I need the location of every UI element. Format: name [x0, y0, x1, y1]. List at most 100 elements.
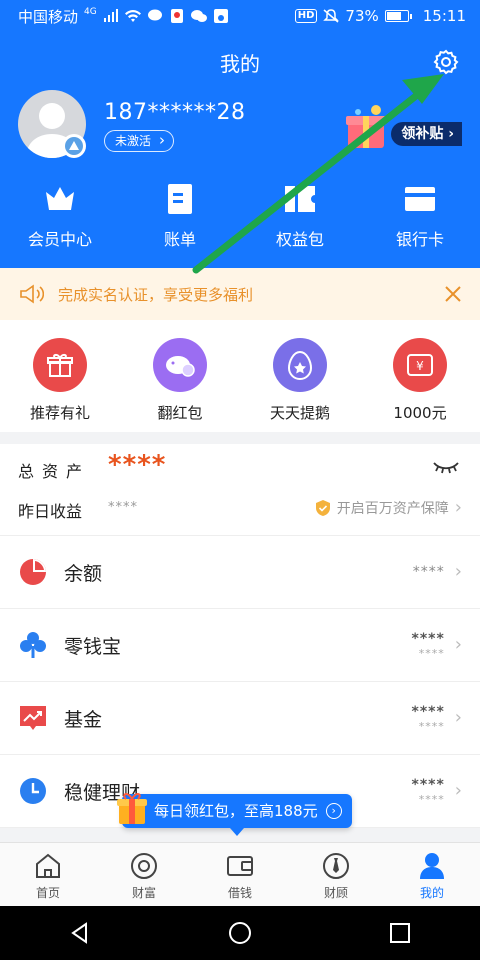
- list-item-subvalue: ****: [418, 792, 445, 806]
- chevron-right-icon: ›: [454, 707, 462, 728]
- activity-refer-reward[interactable]: 推荐有礼: [0, 320, 120, 432]
- account-status-button[interactable]: 未激活: [104, 130, 175, 152]
- wallet-icon: [227, 856, 253, 876]
- list-item-balance[interactable]: 余额 **** ›: [0, 536, 480, 609]
- hd-badge: HD: [294, 9, 318, 23]
- bank-card-icon: [405, 187, 435, 211]
- list-item-fund[interactable]: 基金 **** **** ›: [0, 682, 480, 755]
- bill-label: 账单: [163, 230, 196, 249]
- wechat-icon: [190, 10, 207, 22]
- activity-daily-goose[interactable]: 天天提鹅: [240, 320, 360, 432]
- tab-label: 首页: [35, 886, 60, 900]
- activity-row: 推荐有礼 翻红包 天天提鹅 ¥ 1000元: [0, 320, 480, 432]
- clover-icon: [20, 632, 46, 658]
- profile-header: 我的 187******28 未激活 领补贴 › 会员中心 账单: [0, 32, 480, 268]
- benefit-pack-label: 权益包: [275, 230, 324, 249]
- chevron-right-icon: ›: [454, 561, 462, 582]
- tab-advisor[interactable]: 财顾: [288, 843, 384, 906]
- activity-label: 1000元: [393, 404, 447, 422]
- tab-home[interactable]: 首页: [0, 843, 96, 906]
- red-packet-promo[interactable]: 每日领红包，至高188元 ›: [117, 793, 352, 836]
- member-center-label: 会员中心: [27, 230, 92, 249]
- asset-protection-text: 开启百万资产保障: [336, 501, 449, 517]
- assets-card: 总资产 **** 昨日收益 **** 开启百万资产保障 ›: [0, 444, 480, 536]
- wifi-icon: [124, 10, 141, 22]
- mute-icon: [323, 9, 340, 23]
- network-type: 4G: [84, 7, 97, 17]
- eye-closed-icon[interactable]: [432, 460, 460, 474]
- status-bar: 中国移动 4G HD 73% 15:11: [0, 0, 480, 32]
- trend-icon: [20, 706, 46, 730]
- list-item-label: 基金: [64, 708, 103, 731]
- verification-notice[interactable]: 完成实名认证，享受更多福利: [0, 268, 480, 320]
- tab-label: 财顾: [323, 886, 348, 900]
- tab-label: 借钱: [227, 886, 252, 900]
- list-item-yuebao[interactable]: 零钱宝 **** **** ›: [0, 609, 480, 682]
- list-item-value: ****: [412, 564, 445, 580]
- speaker-icon: [20, 284, 44, 304]
- clock-icon: [20, 778, 46, 804]
- back-icon[interactable]: [68, 921, 92, 945]
- total-assets-value: ****: [108, 450, 167, 480]
- gift-icon: [33, 338, 87, 392]
- chevron-right-icon: ›: [454, 780, 462, 801]
- home-circle-icon[interactable]: [228, 921, 252, 945]
- list-item-label: 零钱宝: [64, 635, 122, 658]
- yesterday-earnings-value: ****: [108, 500, 138, 515]
- crown-icon: [46, 187, 74, 210]
- wealth-icon: [131, 853, 157, 879]
- bank-card-label: 银行卡: [395, 230, 444, 249]
- carrier-name: 中国移动: [18, 7, 79, 26]
- yesterday-earnings-label: 昨日收益: [18, 502, 83, 521]
- list-item-label: 余额: [64, 562, 103, 585]
- coupon-icon: ¥: [393, 338, 447, 392]
- egg-star-icon: [273, 338, 327, 392]
- list-item-subvalue: ****: [418, 646, 445, 660]
- home-icon: [36, 853, 60, 878]
- phone-number: 187******28: [104, 100, 246, 125]
- member-center-button[interactable]: 会员中心: [0, 182, 120, 250]
- gear-icon[interactable]: [432, 48, 460, 76]
- bank-card-button[interactable]: 银行卡: [360, 182, 480, 250]
- chevron-right-icon: ›: [454, 497, 462, 518]
- bill-button[interactable]: 账单: [120, 182, 240, 250]
- activity-flip-red-packet[interactable]: 翻红包: [120, 320, 240, 432]
- verify-badge-icon: [62, 134, 86, 158]
- list-item-value: ****: [411, 630, 445, 647]
- battery-icon: [384, 10, 412, 22]
- advisor-icon: [323, 853, 349, 879]
- tab-label: 我的: [419, 886, 444, 900]
- system-nav-bar: [0, 906, 480, 960]
- list-item-value: ****: [411, 776, 445, 793]
- page-title: 我的: [220, 52, 260, 76]
- ticket-icon: [285, 186, 315, 212]
- clock-time: 15:11: [422, 7, 466, 25]
- list-item-subvalue: ****: [418, 719, 445, 733]
- list-item-value: ****: [411, 703, 445, 720]
- bottom-tab-bar: 首页 财富 借钱 财顾 我的: [0, 842, 480, 906]
- bill-icon: [168, 184, 192, 214]
- gift-icon: [117, 793, 147, 824]
- map-pin-icon: [170, 9, 183, 23]
- tab-borrow[interactable]: 借钱: [192, 843, 288, 906]
- recents-icon[interactable]: [388, 921, 412, 945]
- shield-icon: [315, 500, 330, 516]
- gift-box-icon[interactable]: [342, 104, 394, 152]
- total-assets-label: 总资产: [18, 462, 91, 481]
- signal-icon: [103, 9, 118, 22]
- asset-protection-link[interactable]: 开启百万资产保障 ›: [315, 498, 462, 518]
- benefit-pack-button[interactable]: 权益包: [240, 182, 360, 250]
- battery-percent: 73%: [345, 7, 379, 25]
- tab-profile[interactable]: 我的: [384, 843, 480, 906]
- promo-text: 每日领红包，至高188元: [154, 802, 318, 820]
- close-icon[interactable]: [444, 285, 462, 303]
- tab-wealth[interactable]: 财富: [96, 843, 192, 906]
- claim-subsidy-button[interactable]: 领补贴 ›: [391, 122, 462, 146]
- message-icon: [147, 9, 162, 21]
- activity-label: 翻红包: [157, 404, 203, 422]
- notice-text: 完成实名认证，享受更多福利: [58, 285, 254, 304]
- claim-subsidy-label: 领补贴: [401, 126, 444, 142]
- piggy-icon: [153, 338, 207, 392]
- activity-label: 天天提鹅: [269, 404, 330, 422]
- activity-1000-yuan[interactable]: ¥ 1000元: [360, 320, 480, 432]
